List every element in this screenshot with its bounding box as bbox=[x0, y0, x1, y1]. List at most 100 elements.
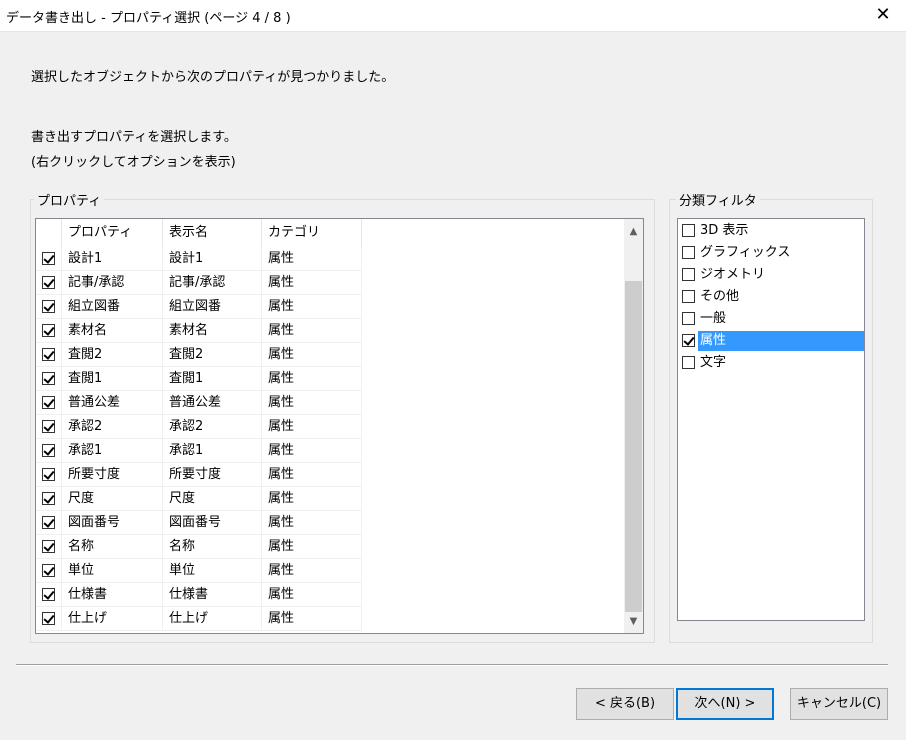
filter-item[interactable]: その他 bbox=[680, 286, 864, 308]
row-checkbox[interactable] bbox=[42, 324, 55, 337]
category-filter-list[interactable]: 3D 表示 グラフィックスジオメトリその他一般属性文字 bbox=[677, 218, 865, 621]
cell-display-name: 尺度 bbox=[163, 487, 262, 511]
filter-item-label: ジオメトリ bbox=[700, 267, 766, 282]
row-checkbox[interactable] bbox=[42, 420, 55, 433]
properties-list[interactable]: プロパティ 表示名 カテゴリ 設計1 設計1 属性 記事/承認 記事/承認 属性 組立図番組… bbox=[35, 218, 644, 634]
filter-item[interactable]: 3D 表示 bbox=[680, 220, 864, 242]
check-mark-icon bbox=[43, 300, 55, 312]
cell-property: 査閲1 bbox=[62, 367, 163, 391]
cell-display-name: 素材名 bbox=[163, 319, 262, 343]
vertical-scrollbar[interactable]: ▲ ▼ bbox=[624, 219, 643, 633]
scrollbar-thumb[interactable] bbox=[625, 281, 642, 612]
filter-checkbox[interactable] bbox=[682, 268, 695, 281]
filter-checkbox[interactable] bbox=[682, 290, 695, 303]
window-title: データ書き出し - プロパティ選択 (ページ 4 / 8 ) bbox=[6, 11, 291, 26]
cancel-button[interactable]: キャンセル(C) bbox=[790, 688, 888, 720]
filter-item[interactable]: 一般 bbox=[680, 308, 864, 330]
next-button[interactable]: 次へ(N) > bbox=[676, 688, 774, 720]
table-row[interactable]: 名称 名称 属性 bbox=[36, 535, 624, 559]
table-row[interactable]: 仕様書 仕様書 属性 bbox=[36, 583, 624, 607]
row-checkbox-cell bbox=[36, 583, 62, 607]
cell-property: 承認1 bbox=[62, 439, 163, 463]
row-checkbox[interactable] bbox=[42, 444, 55, 457]
properties-list-header: プロパティ 表示名 カテゴリ bbox=[36, 219, 624, 247]
filter-checkbox[interactable] bbox=[682, 356, 695, 369]
cell-display-name: 記事/承認 bbox=[163, 271, 262, 295]
filter-checkbox[interactable] bbox=[682, 312, 695, 325]
table-row[interactable]: 単位 単位 属性 bbox=[36, 559, 624, 583]
cell-display-name: 所要寸度 bbox=[163, 463, 262, 487]
close-icon[interactable]: ✕ bbox=[860, 0, 906, 32]
row-checkbox[interactable] bbox=[42, 468, 55, 481]
column-header-category[interactable]: カテゴリ bbox=[262, 219, 362, 247]
cell-category: 属性 bbox=[262, 343, 362, 367]
row-checkbox[interactable] bbox=[42, 612, 55, 625]
row-checkbox-cell bbox=[36, 271, 62, 295]
row-checkbox[interactable] bbox=[42, 540, 55, 553]
check-mark-icon bbox=[43, 396, 55, 408]
row-checkbox-cell bbox=[36, 391, 62, 415]
header-checkbox-column bbox=[36, 219, 62, 247]
table-row[interactable]: 組立図番 組立図番 属性 bbox=[36, 295, 624, 319]
check-mark-icon bbox=[43, 468, 55, 480]
cell-category: 属性 bbox=[262, 391, 362, 415]
row-checkbox[interactable] bbox=[42, 276, 55, 289]
scroll-up-icon[interactable]: ▲ bbox=[624, 223, 643, 240]
back-button[interactable]: < 戻る(B) bbox=[576, 688, 674, 720]
table-row[interactable]: 承認2 承認2 属性 bbox=[36, 415, 624, 439]
table-row[interactable]: 図面番号 図面番号 属性 bbox=[36, 511, 624, 535]
table-row[interactable]: 設計1 設計1 属性 bbox=[36, 247, 624, 271]
cell-category: 属性 bbox=[262, 415, 362, 439]
filter-item[interactable]: ジオメトリ bbox=[680, 264, 864, 286]
row-checkbox[interactable] bbox=[42, 564, 55, 577]
filter-checkbox[interactable] bbox=[682, 334, 695, 347]
table-row[interactable]: 尺度 尺度 属性 bbox=[36, 487, 624, 511]
row-checkbox[interactable] bbox=[42, 252, 55, 265]
cell-property: 組立図番 bbox=[62, 295, 163, 319]
row-checkbox-cell bbox=[36, 559, 62, 583]
table-row[interactable]: 普通公差 普通公差 属性 bbox=[36, 391, 624, 415]
row-checkbox[interactable] bbox=[42, 300, 55, 313]
table-row[interactable]: 査閲1 査閲1 属性 bbox=[36, 367, 624, 391]
row-checkbox-cell bbox=[36, 511, 62, 535]
column-header-property[interactable]: プロパティ bbox=[62, 219, 163, 247]
row-checkbox[interactable] bbox=[42, 372, 55, 385]
cell-property: 記事/承認 bbox=[62, 271, 163, 295]
cell-category: 属性 bbox=[262, 559, 362, 583]
filter-item[interactable]: 属性 bbox=[680, 330, 864, 352]
check-mark-icon bbox=[43, 612, 55, 624]
filter-item[interactable]: 文字 bbox=[680, 352, 864, 374]
cell-category: 属性 bbox=[262, 319, 362, 343]
filter-checkbox[interactable] bbox=[682, 246, 695, 259]
column-header-display-name[interactable]: 表示名 bbox=[163, 219, 262, 247]
row-checkbox[interactable] bbox=[42, 492, 55, 505]
filter-checkbox[interactable] bbox=[682, 224, 695, 237]
filter-item-label: 文字 bbox=[700, 355, 727, 370]
table-row[interactable]: 記事/承認 記事/承認 属性 bbox=[36, 271, 624, 295]
scroll-down-icon[interactable]: ▼ bbox=[624, 613, 643, 630]
row-checkbox[interactable] bbox=[42, 348, 55, 361]
cell-display-name: 承認2 bbox=[163, 415, 262, 439]
table-row[interactable]: 所要寸度 所要寸度 属性 bbox=[36, 463, 624, 487]
cell-display-name: 査閲1 bbox=[163, 367, 262, 391]
filter-item-label: 一般 bbox=[700, 311, 727, 326]
table-row[interactable]: 承認1 承認1 属性 bbox=[36, 439, 624, 463]
table-row[interactable]: 仕上げ 仕上げ 属性 bbox=[36, 607, 624, 631]
check-mark-icon bbox=[43, 276, 55, 288]
row-checkbox-cell bbox=[36, 463, 62, 487]
check-mark-icon bbox=[43, 588, 55, 600]
filter-item-label: 属性 bbox=[698, 331, 864, 351]
cell-property: 図面番号 bbox=[62, 511, 163, 535]
filter-group-label: 分類フィルタ bbox=[676, 190, 760, 209]
filter-item[interactable]: グラフィックス bbox=[680, 242, 864, 264]
table-row[interactable]: 素材名 素材名 属性 bbox=[36, 319, 624, 343]
cell-category: 属性 bbox=[262, 511, 362, 535]
table-row[interactable]: 査閲2 査閲2 属性 bbox=[36, 343, 624, 367]
row-checkbox-cell bbox=[36, 607, 62, 631]
row-checkbox[interactable] bbox=[42, 516, 55, 529]
row-checkbox[interactable] bbox=[42, 396, 55, 409]
row-checkbox[interactable] bbox=[42, 588, 55, 601]
check-mark-icon bbox=[43, 540, 55, 552]
cell-property: 承認2 bbox=[62, 415, 163, 439]
right-click-hint: (右クリックしてオプションを表示) bbox=[31, 155, 236, 170]
